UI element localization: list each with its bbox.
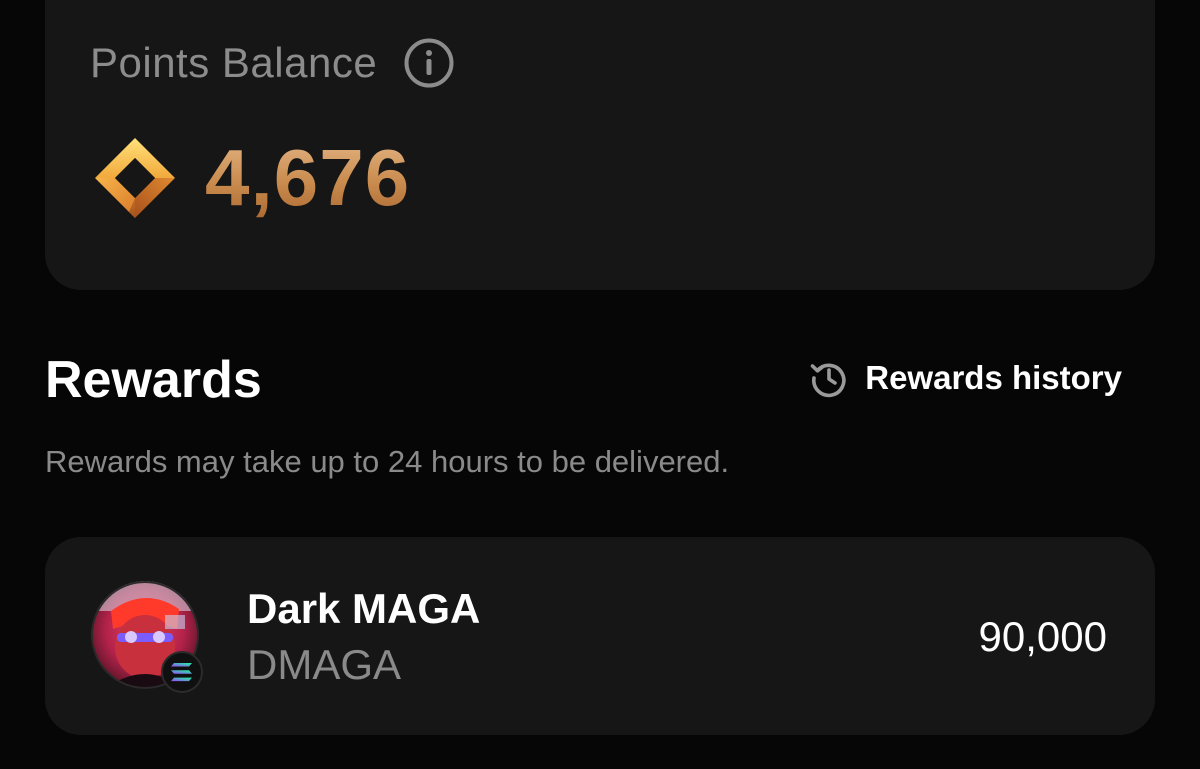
token-symbol: DMAGA (247, 641, 402, 688)
rewards-history-button[interactable]: Rewards history (809, 358, 1122, 398)
rewards-title: Rewards (45, 351, 262, 409)
rewards-history-label: Rewards history (865, 359, 1122, 396)
info-icon[interactable] (403, 37, 455, 89)
rewards-page: Points Balance 4,676 Rewards Rewards his… (0, 0, 1200, 769)
points-balance-header: Points Balance (90, 37, 455, 89)
token-avatar (91, 581, 203, 693)
reward-item-card[interactable]: Dark MAGA DMAGA 90,000 (45, 537, 1155, 735)
points-balance-label: Points Balance (90, 39, 378, 86)
points-balance-value: 4,676 (205, 133, 411, 222)
solana-badge-icon (161, 651, 203, 693)
rewards-delivery-note: Rewards may take up to 24 hours to be de… (45, 444, 730, 479)
points-balance-value-row: 4,676 (93, 132, 410, 224)
points-diamond-icon (95, 138, 175, 218)
history-icon (810, 363, 846, 398)
token-name: Dark MAGA (247, 585, 481, 632)
points-balance-card: Points Balance 4,676 (45, 0, 1155, 290)
reward-amount: 90,000 (978, 613, 1107, 660)
